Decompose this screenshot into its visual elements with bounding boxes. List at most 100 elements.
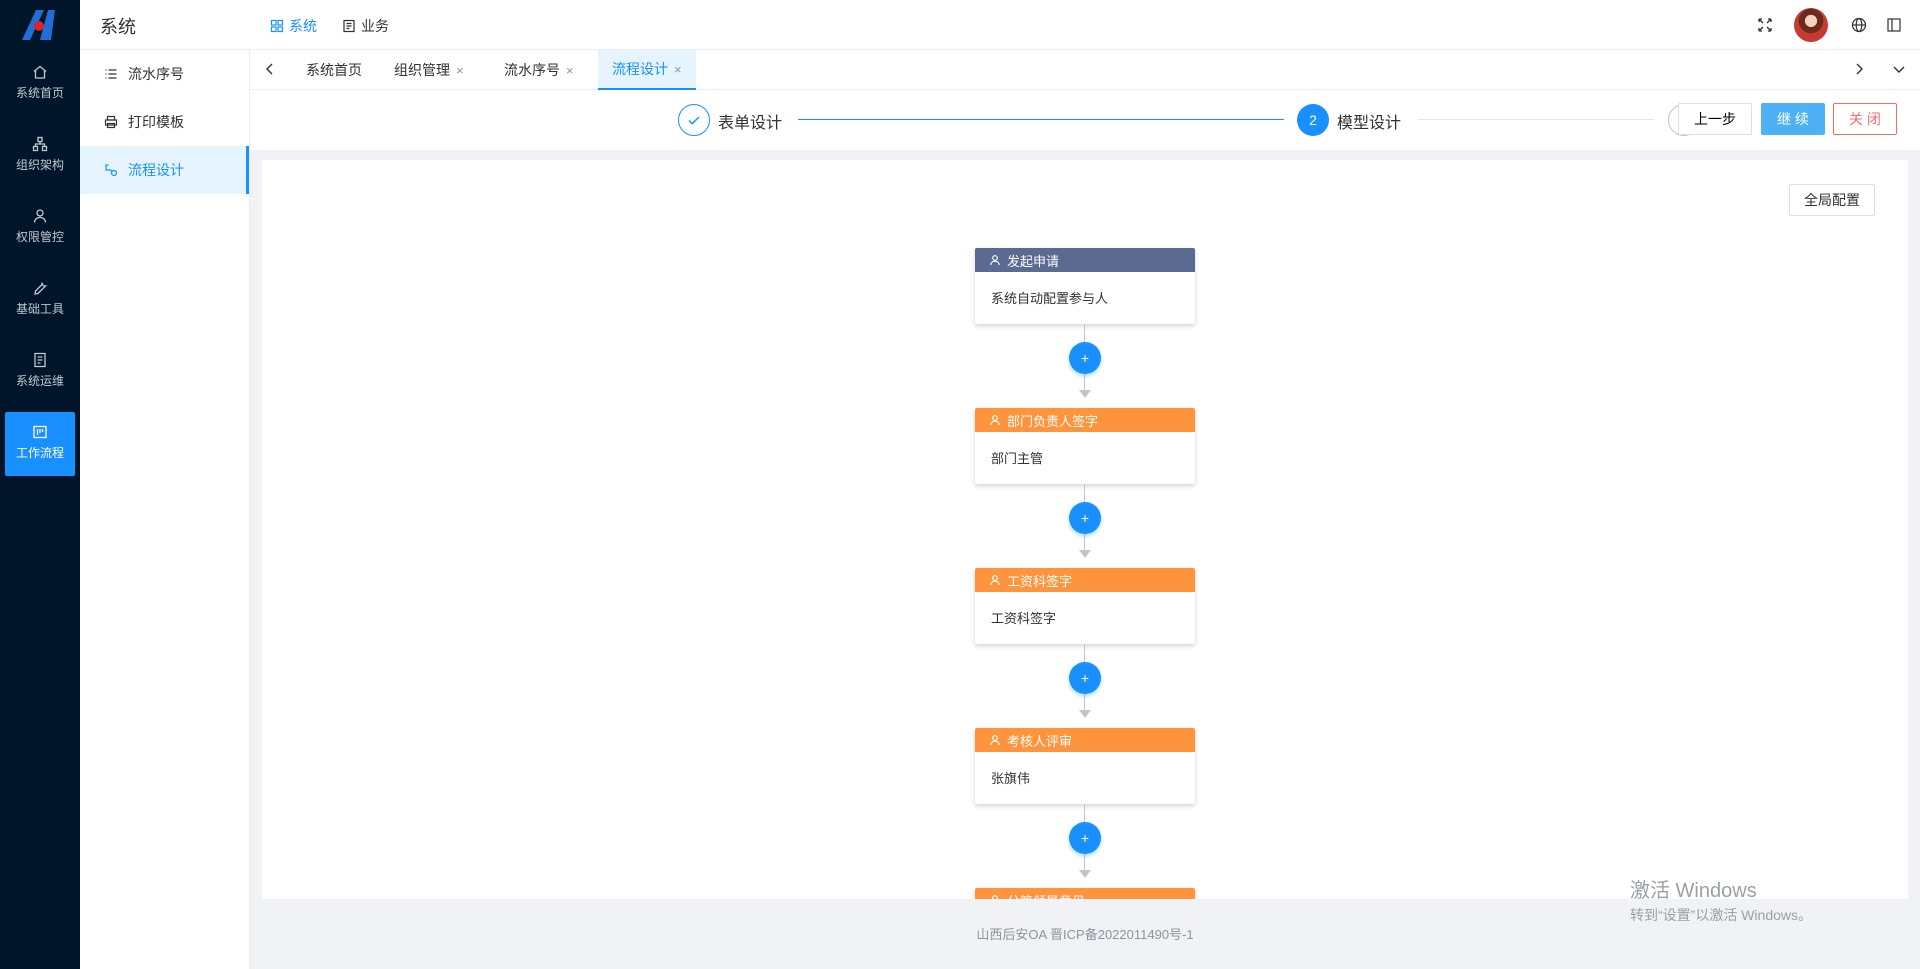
nav-item-tools[interactable]: 基础工具 bbox=[5, 268, 75, 332]
node-body: 工资科签字 bbox=[991, 611, 1057, 626]
step-2-active: 2 bbox=[1297, 104, 1329, 136]
node-head: 发起申请 bbox=[975, 248, 1195, 272]
add-node-button[interactable]: + bbox=[1069, 662, 1101, 694]
top-header: 系统 系统 业务 bbox=[80, 0, 1920, 50]
check-icon bbox=[688, 116, 700, 125]
nav-item-ops[interactable]: 系统运维 bbox=[5, 340, 75, 404]
add-node-button[interactable]: + bbox=[1069, 342, 1101, 374]
user-icon bbox=[33, 209, 47, 223]
nav-item-label: 基础工具 bbox=[15, 302, 64, 316]
printer-icon bbox=[104, 115, 118, 129]
node-head: 分管领导意见 bbox=[975, 888, 1195, 899]
tabs-bar: 系统首页 组织管理 × 流水序号 × 流程设计 × bbox=[250, 50, 1920, 90]
tabs-dropdown-icon[interactable] bbox=[1891, 61, 1907, 77]
sidebar-item-flow-design[interactable]: 流程设计 bbox=[80, 146, 249, 194]
prev-step-button[interactable]: 上一步 bbox=[1678, 103, 1752, 135]
watermark-title: 激活 Windows bbox=[1630, 880, 1757, 902]
tab-close-icon[interactable]: × bbox=[674, 62, 682, 77]
top-menu-system[interactable]: 系统 bbox=[270, 16, 317, 36]
continue-button[interactable]: 继 续 bbox=[1761, 103, 1825, 135]
flow-node-approver[interactable]: 工资科签字 工资科签字 bbox=[975, 568, 1195, 644]
app-logo[interactable] bbox=[18, 8, 58, 42]
sidebar-item-label: 流水序号 bbox=[128, 66, 184, 82]
user-icon bbox=[990, 255, 1000, 266]
nav-item-label: 权限管控 bbox=[15, 230, 64, 244]
arrow-head bbox=[1079, 710, 1091, 718]
node-body: 系统自动配置参与人 bbox=[991, 291, 1109, 306]
book-icon bbox=[34, 352, 46, 368]
node-body: 部门主管 bbox=[991, 451, 1044, 466]
top-menu-business[interactable]: 业务 bbox=[342, 16, 389, 36]
top-menu-label: 系统 bbox=[289, 18, 317, 34]
step-label: 模型设计 bbox=[1337, 115, 1402, 132]
watermark-subtitle: 转到“设置”以激活 Windows。 bbox=[1630, 907, 1813, 923]
tab-close-icon[interactable]: × bbox=[456, 63, 464, 78]
tab-close-icon[interactable]: × bbox=[566, 63, 574, 78]
sub-sidebar: 流水序号 打印模板 流程设计 bbox=[80, 50, 250, 969]
home-icon bbox=[33, 65, 47, 79]
sidebar-item-label: 打印模板 bbox=[128, 114, 184, 130]
nav-item-label: 组织架构 bbox=[15, 158, 64, 172]
tab-flow-design[interactable]: 流程设计 × bbox=[598, 50, 696, 90]
globe-icon[interactable] bbox=[1851, 17, 1867, 33]
flow-node-approver[interactable]: 分管领导意见 bbox=[975, 888, 1195, 899]
grid-icon bbox=[270, 19, 284, 33]
workflow-icon bbox=[33, 425, 47, 439]
user-icon bbox=[990, 415, 1000, 426]
user-icon bbox=[990, 735, 1000, 746]
tab-home[interactable]: 系统首页 bbox=[292, 50, 376, 90]
org-icon bbox=[32, 136, 48, 152]
close-button[interactable]: 关 闭 bbox=[1833, 103, 1897, 135]
add-node-button[interactable]: + bbox=[1069, 822, 1101, 854]
tabs-scroll-right-icon[interactable] bbox=[1851, 61, 1867, 77]
node-title: 分管领导意见 bbox=[1007, 891, 1085, 900]
node-title: 工资科签字 bbox=[1007, 573, 1073, 589]
tab-label: 系统首页 bbox=[306, 62, 362, 78]
arrow-head bbox=[1079, 550, 1091, 558]
global-config-button[interactable]: 全局配置 bbox=[1789, 184, 1875, 216]
add-node-button[interactable]: + bbox=[1069, 502, 1101, 534]
node-head: 工资科签字 bbox=[975, 568, 1195, 592]
sidebar-item-print-template[interactable]: 打印模板 bbox=[80, 98, 249, 146]
tool-icon bbox=[34, 282, 48, 295]
nav-item-home[interactable]: 系统首页 bbox=[5, 52, 75, 116]
arrow-head bbox=[1079, 870, 1091, 878]
arrow-head bbox=[1079, 390, 1091, 398]
tab-org[interactable]: 组织管理 × bbox=[380, 50, 478, 90]
node-title: 发起申请 bbox=[1007, 253, 1060, 269]
tabs-scroll-left-icon[interactable] bbox=[262, 61, 278, 77]
tab-serial[interactable]: 流水序号 × bbox=[490, 50, 588, 90]
nav-item-org[interactable]: 组织架构 bbox=[5, 124, 75, 188]
list-icon bbox=[105, 69, 117, 79]
tab-label: 组织管理 bbox=[394, 62, 450, 78]
node-title: 部门负责人签字 bbox=[1007, 413, 1099, 429]
nav-item-label: 系统首页 bbox=[15, 86, 64, 100]
node-head: 考核人评审 bbox=[975, 728, 1195, 752]
flow-node-approver[interactable]: 考核人评审 张旗伟 bbox=[975, 728, 1195, 804]
step-connector bbox=[798, 119, 1284, 120]
flow-node-approver[interactable]: 部门负责人签字 部门主管 bbox=[975, 408, 1195, 484]
flow-icon bbox=[105, 164, 118, 177]
avatar[interactable] bbox=[1794, 8, 1828, 42]
step-label: 表单设计 bbox=[718, 115, 783, 132]
layout-icon[interactable] bbox=[1886, 17, 1902, 33]
sidebar-item-label: 流程设计 bbox=[128, 162, 184, 178]
node-body: 张旗伟 bbox=[991, 771, 1031, 786]
user-icon bbox=[992, 895, 998, 899]
step-connector bbox=[1418, 119, 1654, 120]
node-title: 考核人评审 bbox=[1007, 733, 1073, 749]
sidebar-item-serial[interactable]: 流水序号 bbox=[80, 50, 249, 98]
windows-activation-watermark: 激活 Windows 转到“设置”以激活 Windows。 bbox=[1630, 874, 1812, 925]
app-title: 系统 bbox=[100, 17, 136, 37]
step-1-done bbox=[678, 104, 710, 136]
flow-node-start[interactable]: 发起申请 系统自动配置参与人 bbox=[975, 248, 1195, 324]
top-menu-label: 业务 bbox=[361, 18, 389, 34]
nav-item-workflow[interactable]: 工作流程 bbox=[5, 412, 75, 476]
main-nav: 系统首页 组织架构 权限管控 基础工具 系统运维 工作流程 bbox=[0, 0, 80, 969]
flow-canvas[interactable]: 全局配置 发起申请 系统自动配置参与人 + 部门负责人签字 部门主管 + 工资科… bbox=[262, 160, 1908, 899]
nav-item-label: 工作流程 bbox=[15, 446, 64, 460]
nav-item-permission[interactable]: 权限管控 bbox=[5, 196, 75, 260]
fullscreen-icon[interactable] bbox=[1757, 17, 1773, 33]
user-icon bbox=[990, 575, 1000, 586]
footer-icp: 山西后安OA 晋ICP备2022011490号-1 bbox=[976, 927, 1194, 942]
